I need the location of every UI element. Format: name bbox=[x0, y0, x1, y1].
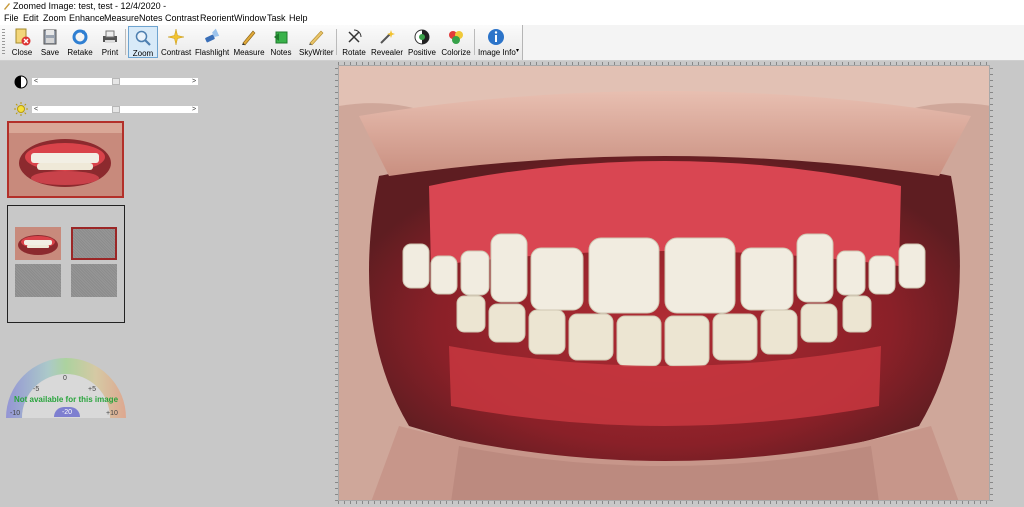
colorize-button[interactable]: Colorize bbox=[441, 26, 471, 58]
dental-photo-thumbnail bbox=[9, 123, 122, 196]
grid-cell-empty[interactable] bbox=[15, 264, 61, 297]
gauge-label-plus10: +10 bbox=[106, 410, 118, 417]
gauge-label-minus10: -10 bbox=[10, 410, 21, 417]
pen-icon bbox=[309, 30, 324, 46]
save-button[interactable]: Save bbox=[38, 26, 62, 58]
colorize-label: Colorize bbox=[441, 48, 471, 57]
dental-photo bbox=[339, 66, 989, 500]
skywriter-label: SkyWriter bbox=[299, 48, 334, 57]
grid-cell-selected[interactable] bbox=[71, 227, 117, 260]
toolbar-separator bbox=[125, 29, 126, 55]
zoom-label: Zoom bbox=[132, 49, 154, 58]
contrast-slider[interactable]: < > bbox=[31, 77, 199, 86]
menu-zoom[interactable]: Zoom bbox=[43, 12, 66, 25]
grid-cell-empty[interactable] bbox=[71, 264, 117, 297]
wand-icon bbox=[380, 30, 395, 44]
menu-task[interactable]: Task bbox=[267, 12, 286, 25]
flashlight-button[interactable]: Flashlight bbox=[195, 26, 229, 58]
color-palette-icon bbox=[449, 31, 463, 44]
magnifier-icon bbox=[135, 30, 151, 46]
contrast-slider-left-arrow[interactable]: < bbox=[32, 78, 40, 85]
skywriter-button[interactable]: SkyWriter bbox=[299, 26, 334, 58]
measure-button[interactable]: Measure bbox=[233, 26, 265, 58]
save-label: Save bbox=[40, 48, 60, 57]
sun-icon bbox=[14, 102, 28, 116]
contrast-slider-thumb[interactable] bbox=[112, 78, 120, 85]
toolbar: Close Save Retake Print Zoom Contrast Fl… bbox=[0, 25, 1024, 61]
brightness-slider-right-arrow[interactable]: > bbox=[190, 106, 198, 113]
zoom-button[interactable]: Zoom bbox=[128, 26, 158, 58]
menu-measure[interactable]: Measure bbox=[104, 12, 139, 25]
info-icon bbox=[488, 29, 504, 45]
brightness-slider-thumb[interactable] bbox=[112, 106, 120, 113]
rotate-icon bbox=[348, 29, 362, 43]
toolbar-strip: Close Save Retake Print Zoom Contrast Fl… bbox=[0, 25, 523, 60]
retake-button[interactable]: Retake bbox=[66, 26, 94, 58]
menu-contrast[interactable]: Contrast bbox=[165, 12, 199, 25]
ruler-bottom bbox=[338, 501, 990, 504]
notes-button[interactable]: Notes bbox=[268, 26, 294, 58]
close-icon bbox=[15, 28, 31, 46]
close-label: Close bbox=[11, 48, 33, 57]
brightness-slider[interactable]: < > bbox=[31, 105, 199, 114]
gauge-unavailable-message: Not available for this image bbox=[13, 395, 119, 404]
pencil-ruler-icon bbox=[242, 30, 256, 46]
image-thumbnail[interactable] bbox=[7, 121, 124, 198]
layout-grid-panel bbox=[7, 205, 125, 323]
image-info-button[interactable]: Image Info bbox=[478, 26, 516, 58]
title-bar: Zoomed Image: test, test - 12/4/2020 - bbox=[0, 0, 1024, 12]
rotate-button[interactable]: Rotate bbox=[340, 26, 368, 58]
notes-icon bbox=[274, 31, 288, 44]
gauge-current-value: -20 bbox=[54, 407, 80, 417]
ruler-right bbox=[990, 65, 993, 501]
flashlight-label: Flashlight bbox=[195, 48, 230, 57]
print-icon bbox=[103, 30, 117, 43]
menu-file[interactable]: File bbox=[4, 12, 19, 25]
contrast-icon bbox=[14, 75, 28, 89]
gauge-label-plus5: +5 bbox=[88, 386, 96, 393]
toolbar-separator bbox=[474, 29, 475, 55]
menu-help[interactable]: Help bbox=[289, 12, 308, 25]
gauge-label-zero: 0 bbox=[63, 375, 67, 382]
retake-label: Retake bbox=[67, 48, 93, 57]
rotate-label: Rotate bbox=[342, 48, 366, 57]
window-title: Zoomed Image: test, test - 12/4/2020 - bbox=[13, 1, 167, 11]
print-label: Print bbox=[101, 48, 119, 57]
brightness-slider-left-arrow[interactable]: < bbox=[32, 106, 40, 113]
toolbar-separator bbox=[336, 29, 337, 55]
revealer-button[interactable]: Revealer bbox=[371, 26, 403, 58]
measure-label: Measure bbox=[233, 48, 265, 57]
grid-cell-image[interactable] bbox=[15, 227, 61, 260]
flashlight-icon bbox=[205, 28, 220, 43]
menu-reorient[interactable]: Reorient bbox=[200, 12, 234, 25]
save-icon bbox=[43, 29, 57, 45]
gauge-label-minus5: -5 bbox=[33, 386, 40, 393]
toolbar-grip[interactable] bbox=[2, 29, 5, 55]
menu-notes[interactable]: Notes bbox=[139, 12, 163, 25]
positive-label: Positive bbox=[407, 48, 436, 57]
notes-label: Notes bbox=[270, 48, 292, 57]
contrast-button[interactable]: Contrast bbox=[161, 26, 191, 58]
contrast-label: Contrast bbox=[161, 48, 192, 57]
app-icon bbox=[4, 3, 10, 10]
print-button[interactable]: Print bbox=[98, 26, 122, 58]
zoomed-image-canvas[interactable] bbox=[338, 65, 990, 501]
sparkle-icon bbox=[167, 28, 185, 46]
menu-edit[interactable]: Edit bbox=[23, 12, 39, 25]
menu-bar: File Edit Zoom Enhance Measure Notes Con… bbox=[0, 12, 1024, 25]
close-button[interactable]: Close bbox=[9, 26, 35, 58]
menu-enhance[interactable]: Enhance bbox=[69, 12, 105, 25]
menu-window[interactable]: Window bbox=[234, 12, 266, 25]
contrast-slider-right-arrow[interactable]: > bbox=[190, 78, 198, 85]
half-circle-icon bbox=[414, 29, 430, 45]
grid-cell-thumbnail bbox=[18, 235, 58, 255]
revealer-label: Revealer bbox=[371, 48, 404, 57]
retake-icon bbox=[72, 29, 88, 45]
image-info-label: Image Info bbox=[478, 48, 516, 57]
positive-button[interactable]: Positive bbox=[407, 26, 437, 58]
toolbar-overflow-chevron-icon[interactable]: ▾ bbox=[516, 48, 521, 54]
